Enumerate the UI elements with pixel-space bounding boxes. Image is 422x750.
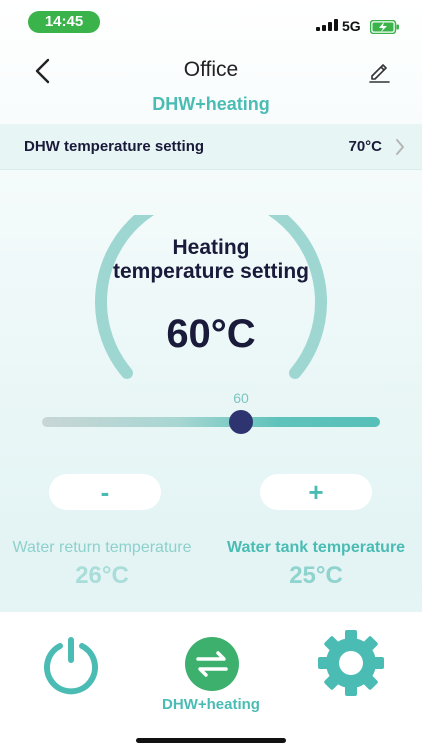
decrease-button[interactable]: - xyxy=(49,474,161,510)
mode-switch-icon[interactable] xyxy=(184,636,240,692)
home-indicator xyxy=(136,738,286,743)
power-icon[interactable] xyxy=(40,634,102,696)
temperature-slider[interactable]: 60 xyxy=(42,390,380,440)
water-return-reading: Water return temperature 26°C xyxy=(12,538,192,590)
increase-button[interactable]: + xyxy=(260,474,372,510)
gauge-title: Heating temperature setting xyxy=(112,236,310,283)
dhw-setting-value: 70°C xyxy=(348,138,382,155)
page-title: Office xyxy=(183,58,239,81)
slider-thumb[interactable] xyxy=(229,410,253,434)
slider-value-label: 60 xyxy=(233,390,249,406)
chevron-right-icon xyxy=(396,139,404,155)
water-return-value: 26°C xyxy=(75,562,129,589)
status-bar: 14:45 5G xyxy=(0,0,422,44)
settings-gear-icon[interactable] xyxy=(316,628,386,698)
water-tank-label: Water tank temperature xyxy=(226,539,406,556)
header: Office xyxy=(0,52,422,88)
dhw-temperature-setting-row[interactable]: DHW temperature setting 70°C xyxy=(0,124,422,170)
mode-title: DHW+heating xyxy=(152,94,270,114)
status-time: 14:45 xyxy=(28,11,100,33)
network-label: 5G xyxy=(342,18,361,34)
water-return-label: Water return temperature xyxy=(12,539,192,556)
edit-pencil-icon[interactable] xyxy=(366,58,392,84)
water-tank-reading: Water tank temperature 25°C xyxy=(226,538,406,590)
slider-track[interactable] xyxy=(42,417,380,427)
dhw-setting-label: DHW temperature setting xyxy=(24,138,205,155)
water-tank-value: 25°C xyxy=(289,562,343,589)
gauge-value: 60°C xyxy=(166,312,256,356)
battery-charging-icon xyxy=(370,20,399,34)
bottom-navigation: DHW+heating xyxy=(0,612,422,750)
active-mode-label: DHW+heating xyxy=(162,696,260,713)
signal-icon xyxy=(316,19,338,31)
